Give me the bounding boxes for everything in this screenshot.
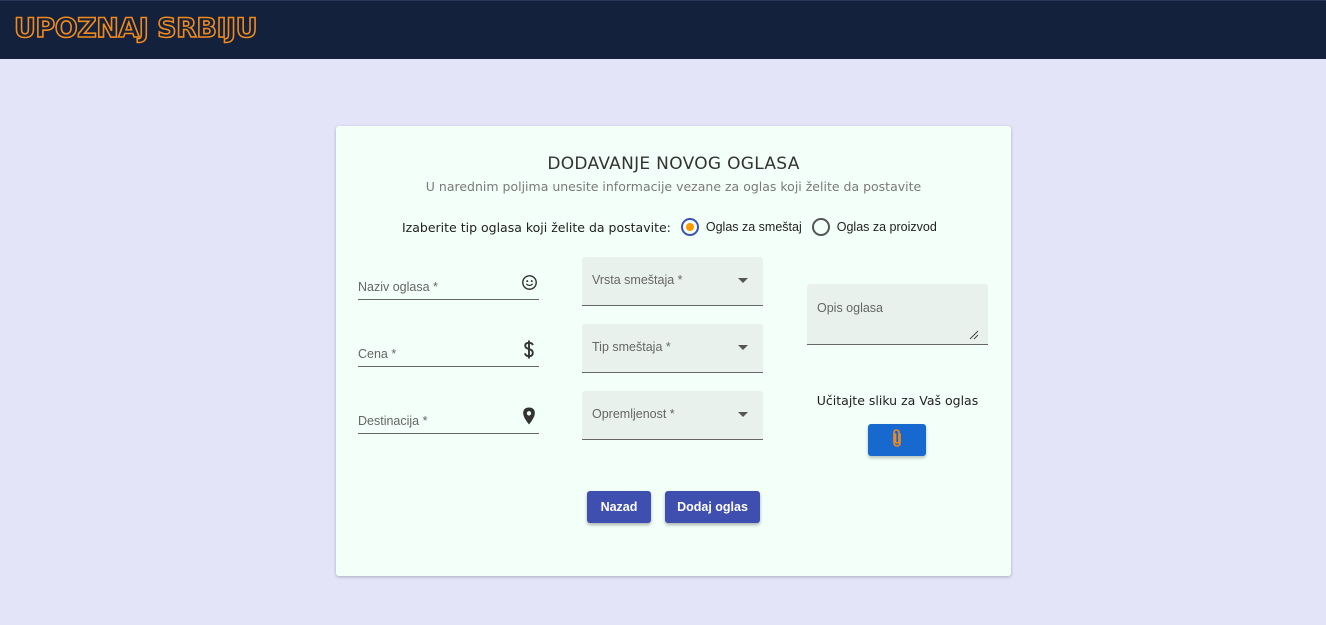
top-navbar: UPOZNAJ SRBIJU: [0, 0, 1326, 59]
smiley-icon: [520, 273, 538, 291]
dollar-icon: [520, 339, 538, 359]
accommodation-kind-select[interactable]: Vrsta smeštaja *: [582, 257, 763, 306]
radio-button-checked[interactable]: [680, 218, 699, 236]
accommodation-type-label: Tip smeštaja *: [592, 340, 671, 354]
add-ad-form-card: DODAVANJE NOVOG OGLASA U narednim poljim…: [336, 126, 1011, 576]
description-textarea[interactable]: Opis oglasa: [807, 284, 988, 345]
dropdown-caret-icon: [738, 278, 748, 283]
radio-product-label: Oglas za proizvod: [836, 220, 937, 234]
radio-product[interactable]: Oglas za proizvod: [811, 218, 937, 236]
accommodation-type-select[interactable]: Tip smeštaja *: [582, 324, 763, 373]
upload-image-label: Učitajte sliku za Vaš oglas: [816, 393, 979, 408]
equipment-select[interactable]: Opremljenost *: [582, 391, 763, 440]
site-logo[interactable]: UPOZNAJ SRBIJU: [13, 12, 258, 46]
back-button[interactable]: Nazad: [587, 491, 651, 523]
equipment-label: Opremljenost *: [592, 407, 675, 421]
location-pin-icon: [520, 407, 538, 425]
dropdown-caret-icon: [738, 412, 748, 417]
radio-accommodation-label: Oglas za smeštaj: [705, 220, 802, 234]
add-ad-button[interactable]: Dodaj oglas: [665, 491, 760, 523]
radio-button-unchecked[interactable]: [811, 218, 830, 236]
dropdown-caret-icon: [738, 345, 748, 350]
destination-input[interactable]: Destinacija *: [358, 392, 539, 434]
radio-accommodation[interactable]: Oglas za smeštaj: [680, 218, 802, 236]
price-input[interactable]: Cena *: [358, 325, 539, 367]
ad-type-prompt: Izaberite tip oglasa koji želite da post…: [402, 219, 671, 235]
price-label: Cena *: [358, 347, 397, 361]
form-subtitle: U narednim poljima unesite informacije v…: [425, 179, 922, 194]
description-label: Opis oglasa: [817, 301, 884, 315]
accommodation-kind-label: Vrsta smeštaja *: [592, 273, 683, 287]
ad-name-label: Naziv oglasa *: [358, 280, 438, 294]
form-title: DODAVANJE NOVOG OGLASA: [547, 154, 800, 174]
ad-type-selector: Izaberite tip oglasa koji želite da post…: [402, 217, 947, 237]
destination-label: Destinacija *: [358, 414, 428, 428]
paperclip-icon: [891, 428, 903, 453]
resize-handle-icon[interactable]: [969, 327, 979, 340]
ad-name-input[interactable]: Naziv oglasa *: [358, 258, 539, 300]
upload-image-button[interactable]: [868, 424, 926, 456]
